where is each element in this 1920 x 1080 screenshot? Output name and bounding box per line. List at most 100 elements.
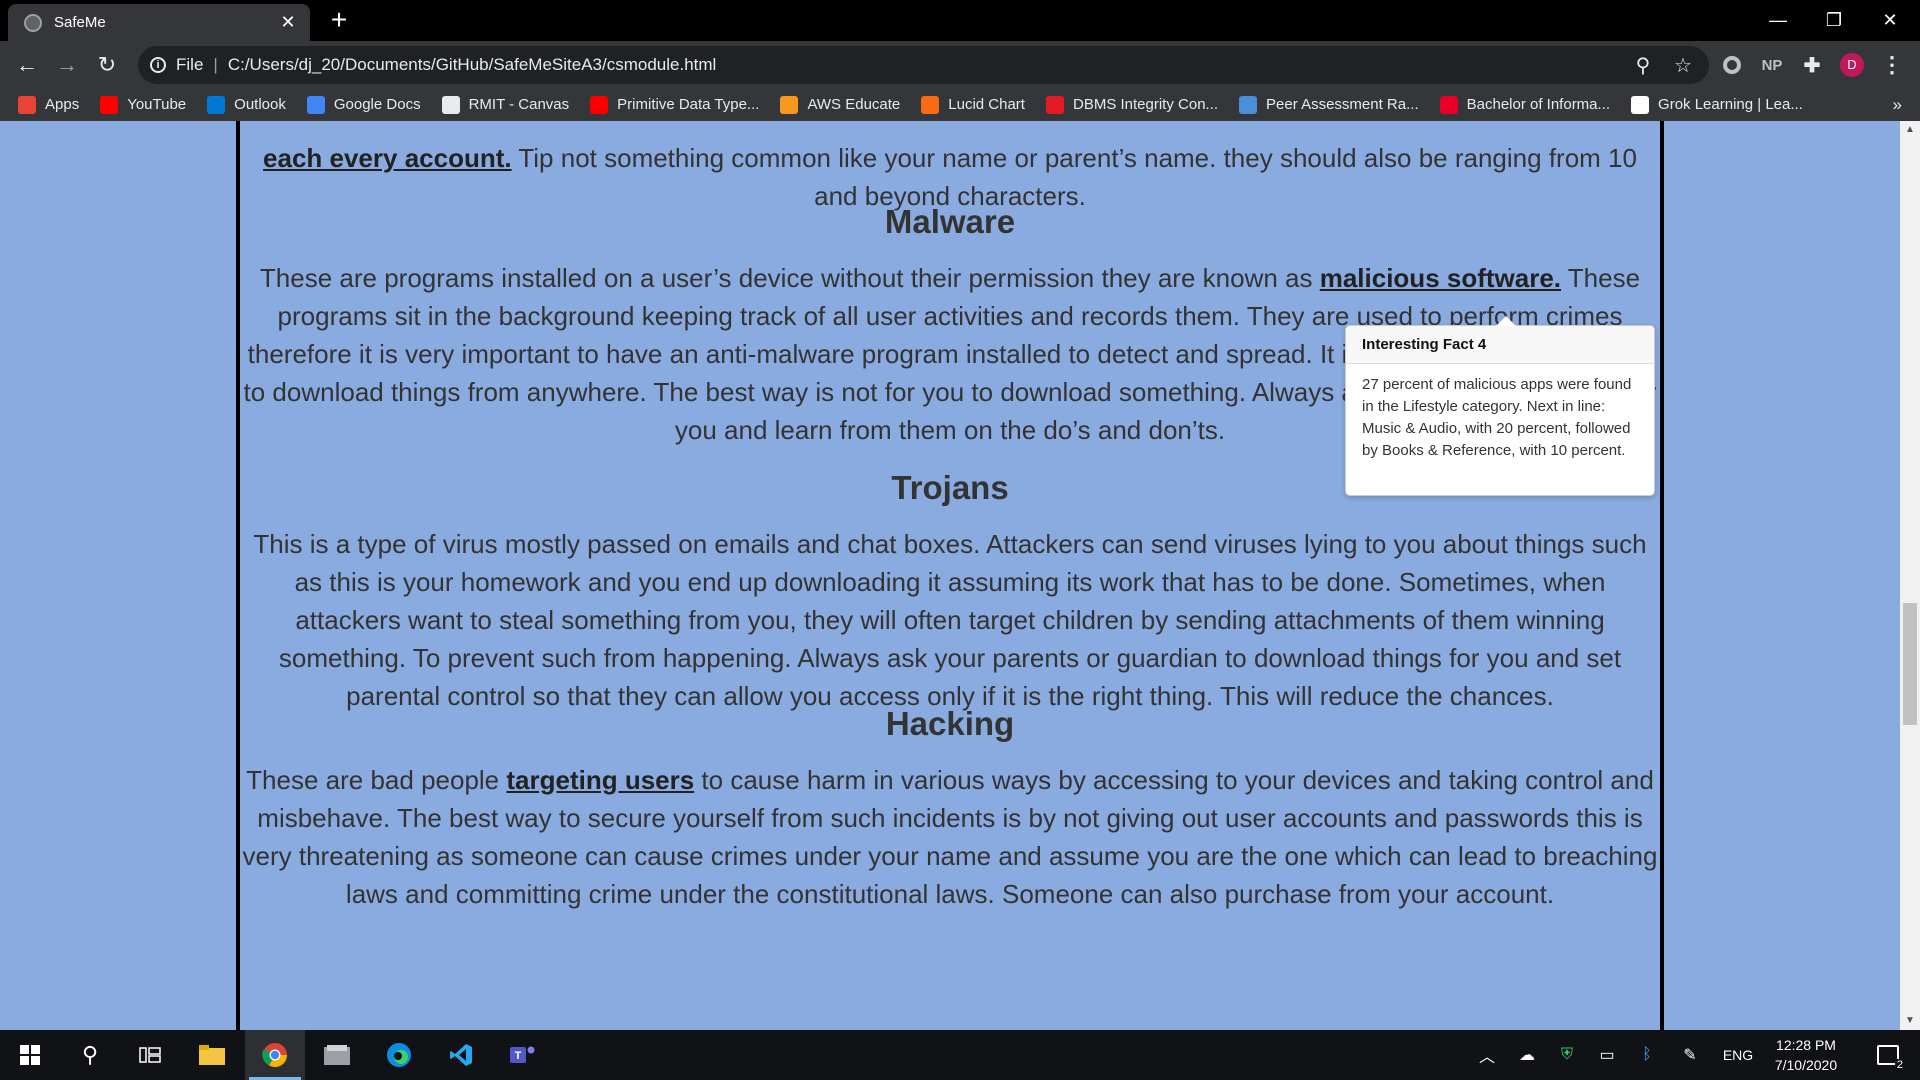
menu-kebab-icon[interactable]: ⋮: [1876, 49, 1908, 81]
browser-tab[interactable]: SafeMe ✕: [8, 4, 310, 41]
search-icon[interactable]: ⚲: [60, 1030, 120, 1080]
scroll-thumb[interactable]: [1903, 603, 1917, 725]
browser-toolbar: ← → ↻ i File | C:/Users/dj_20/Documents/…: [0, 41, 1920, 88]
pen-workspace-icon[interactable]: ✎: [1672, 1030, 1708, 1080]
reload-button[interactable]: ↻: [91, 49, 123, 81]
close-window-button[interactable]: ✕: [1862, 0, 1918, 40]
bookmark-item[interactable]: Bachelor of Informa...: [1439, 95, 1610, 114]
bookmark-label: YouTube: [127, 96, 187, 113]
bookmarks-overflow-chevron-icon[interactable]: »: [1893, 88, 1902, 121]
targeting-users-link[interactable]: targeting users: [506, 765, 694, 795]
close-tab-icon[interactable]: ✕: [278, 12, 298, 33]
trojans-paragraph: This is a type of virus mostly passed on…: [253, 529, 1647, 711]
windows-security-shield-icon[interactable]: ⛨: [1552, 1030, 1582, 1080]
explorer-window-icon[interactable]: [307, 1030, 367, 1080]
profile-button[interactable]: D: [1836, 49, 1868, 81]
bookmark-label: Apps: [45, 96, 80, 113]
oracle-icon: [590, 95, 609, 114]
bookmark-item[interactable]: DBMS Integrity Con...: [1045, 95, 1219, 114]
malware-intro-text: These are programs installed on a user’s…: [259, 263, 1320, 293]
file-explorer-icon[interactable]: [182, 1030, 242, 1080]
back-button[interactable]: ←: [11, 49, 43, 81]
teams-icon[interactable]: T: [493, 1030, 553, 1080]
bookmark-item[interactable]: AWS Educate: [780, 95, 901, 114]
address-bar[interactable]: i File | C:/Users/dj_20/Documents/GitHub…: [138, 46, 1709, 84]
bookmark-item[interactable]: Primitive Data Type...: [590, 95, 760, 114]
password-tip-paragraph: each every account. Tip not something co…: [240, 121, 1660, 215]
vertical-scrollbar[interactable]: ▲ ▼: [1900, 121, 1920, 1030]
tooltip-body: 27 percent of malicious apps were found …: [1362, 376, 1632, 459]
language-indicator[interactable]: ENG: [1716, 1030, 1760, 1080]
clock-time: 12:28 PM: [1776, 1037, 1836, 1053]
action-center-notifications-icon[interactable]: 2: [1866, 1030, 1910, 1080]
malware-heading: Malware: [884, 203, 1016, 240]
forward-button[interactable]: →: [51, 49, 83, 81]
svg-text:T: T: [515, 1050, 522, 1062]
bookmark-item[interactable]: YouTube: [100, 95, 187, 114]
clock-date: 7/10/2020: [1774, 1057, 1838, 1073]
tab-strip: SafeMe ✕ + — ❐ ✕: [0, 0, 1920, 41]
aws-icon: [780, 95, 799, 114]
canvas-icon: [441, 95, 460, 114]
bookmark-item[interactable]: Lucid Chart: [921, 95, 1025, 114]
password-tip-text: Tip not something common like your name …: [511, 143, 1637, 211]
minimize-button[interactable]: —: [1750, 0, 1806, 40]
outlook-icon: [207, 95, 226, 114]
new-tab-button[interactable]: +: [324, 6, 354, 36]
bookmark-label: Grok Learning | Lea...: [1658, 96, 1803, 113]
page-viewport: each every account. Tip not something co…: [0, 121, 1900, 1030]
scroll-up-arrow-icon[interactable]: ▲: [1900, 121, 1920, 139]
address-separator: |: [213, 55, 218, 74]
scroll-down-arrow-icon[interactable]: ▼: [1900, 1012, 1920, 1030]
restore-button[interactable]: ❐: [1806, 0, 1862, 40]
hacking-intro-text: These are bad people: [246, 765, 507, 795]
task-view-icon[interactable]: [120, 1030, 180, 1080]
bookmark-label: Primitive Data Type...: [617, 96, 760, 113]
bookmark-label: Lucid Chart: [948, 96, 1025, 113]
bookmark-item[interactable]: Outlook: [207, 95, 286, 114]
address-scheme: File: [176, 55, 204, 74]
bookmark-item[interactable]: Grok Learning | Lea...: [1631, 95, 1803, 114]
content-box: each every account. Tip not something co…: [236, 121, 1664, 1030]
google-docs-icon: [306, 95, 325, 114]
tooltip-title: Interesting Fact 4: [1346, 326, 1654, 364]
bookmark-star-icon[interactable]: ☆: [1668, 46, 1698, 84]
windows-start-icon[interactable]: [0, 1030, 60, 1080]
extension-circle-icon[interactable]: [1716, 49, 1748, 81]
onedrive-cloud-icon[interactable]: ☁: [1512, 1030, 1542, 1080]
extensions-puzzle-icon[interactable]: ✚: [1796, 49, 1828, 81]
edge-icon[interactable]: [369, 1030, 429, 1080]
bookmark-item[interactable]: Apps: [18, 95, 80, 114]
avatar: D: [1840, 53, 1864, 77]
bookmark-item[interactable]: Peer Assessment Ra...: [1239, 95, 1419, 114]
bookmark-item[interactable]: RMIT - Canvas: [441, 95, 570, 114]
chrome-taskbar-icon[interactable]: [245, 1030, 305, 1080]
np-extension-icon[interactable]: NP: [1756, 49, 1788, 81]
bookmark-label: Google Docs: [333, 96, 421, 113]
taskbar-clock[interactable]: 12:28 PM 7/10/2020: [1760, 1035, 1852, 1075]
tab-title: SafeMe: [54, 14, 106, 31]
youtube-icon: [100, 95, 119, 114]
bookmark-label: Peer Assessment Ra...: [1266, 96, 1419, 113]
bookmark-label: RMIT - Canvas: [468, 96, 570, 113]
info-icon[interactable]: i: [150, 57, 166, 73]
show-hidden-icons-chevron-icon[interactable]: ︿: [1472, 1030, 1502, 1080]
globe-icon: [24, 13, 42, 32]
bookmark-label: Outlook: [234, 96, 286, 113]
grok-icon: [1631, 95, 1650, 114]
bookmark-item[interactable]: Google Docs: [306, 95, 421, 114]
address-url[interactable]: C:/Users/dj_20/Documents/GitHub/SafeMeSi…: [228, 55, 716, 75]
each-every-account-link[interactable]: each every account.: [263, 143, 512, 173]
battery-icon[interactable]: ▭: [1592, 1030, 1622, 1080]
bookmark-label: AWS Educate: [807, 96, 901, 113]
vscode-icon[interactable]: [431, 1030, 491, 1080]
bluetooth-icon[interactable]: ᛒ: [1632, 1030, 1662, 1080]
bookmark-label: DBMS Integrity Con...: [1072, 96, 1219, 113]
hacking-heading: Hacking: [885, 705, 1015, 742]
rmit-icon: [1439, 95, 1458, 114]
apps-grid-icon: [18, 95, 36, 114]
peer-assessment-icon: [1239, 95, 1258, 114]
tooltip-arrow: [1496, 316, 1516, 326]
malicious-software-link[interactable]: malicious software.: [1320, 263, 1561, 293]
zoom-icon[interactable]: ⚲: [1628, 46, 1658, 84]
